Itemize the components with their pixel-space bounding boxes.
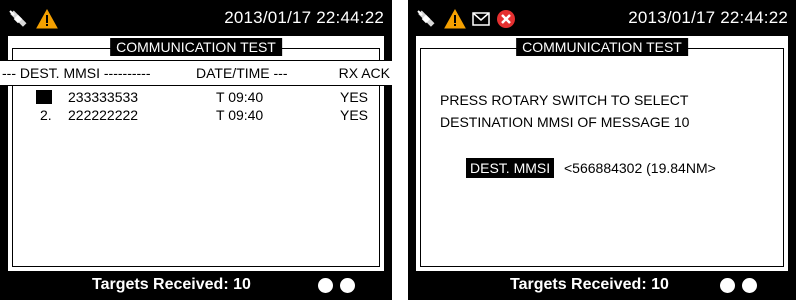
status-bar: 2013/01/17 22:44:22 (408, 0, 796, 36)
row-time: T 09:40 (216, 107, 264, 123)
table-row[interactable]: 1. 233333533 T 09:40 YES (8, 88, 384, 106)
panel-title: COMMUNICATION TEST (516, 38, 688, 56)
row-ack: YES (339, 107, 368, 123)
error-icon (496, 9, 516, 29)
targets-received: Targets Received: 10 (510, 276, 669, 293)
comm-test-panel: COMMUNICATION TEST PRESS ROTARY SWITCH T… (416, 36, 788, 271)
instruction-line-1: PRESS ROTARY SWITCH TO SELECT (440, 92, 689, 108)
targets-received: Targets Received: 10 (92, 276, 251, 293)
dest-mmsi-label: DEST. MMSI (466, 158, 555, 178)
table-header: --- DEST. MMSI ---------- DATE/TIME --- … (0, 60, 392, 86)
datetime-display: 2013/01/17 22:44:22 (224, 8, 384, 27)
bottom-bar: Targets Received: 10 (0, 271, 392, 300)
row-number: 2. (40, 107, 52, 123)
comm-test-panel: COMMUNICATION TEST --- DEST. MMSI ------… (0, 36, 392, 271)
status-dot-icon (742, 278, 757, 293)
instruction-line-2: DESTINATION MMSI OF MESSAGE 10 (440, 114, 690, 130)
status-dot-icon (318, 278, 333, 293)
col-date-time: DATE/TIME --- (196, 65, 288, 81)
screen-right: 2013/01/17 22:44:22 COMMUNICATION TEST P… (408, 0, 796, 300)
row-time: T 09:40 (216, 89, 264, 105)
warning-icon (444, 9, 466, 29)
dest-mmsi-selector[interactable]: <566884302 (19.84NM> (564, 158, 716, 178)
col-rx-ack: RX ACK (338, 65, 390, 81)
warning-icon (36, 9, 58, 29)
bottom-bar: Targets Received: 10 (408, 271, 796, 300)
satellite-icon (414, 7, 438, 31)
table-row[interactable]: 2. 222222222 T 09:40 YES (8, 106, 384, 124)
status-dot-icon (720, 278, 735, 293)
row-mmsi: 233333533 (68, 89, 139, 105)
status-bar: 2013/01/17 22:44:22 (0, 0, 392, 36)
row-ack: YES (339, 89, 368, 105)
screen-left: 2013/01/17 22:44:22 COMMUNICATION TEST -… (0, 0, 392, 300)
envelope-icon (472, 12, 490, 26)
row-mmsi: 222222222 (68, 107, 139, 123)
datetime-display: 2013/01/17 22:44:22 (628, 8, 788, 27)
status-icons (6, 6, 58, 32)
row-number: 1. (40, 89, 52, 105)
satellite-icon (6, 7, 30, 31)
status-icons (414, 6, 516, 32)
panel-title: COMMUNICATION TEST (110, 38, 282, 56)
status-dot-icon (340, 278, 355, 293)
col-dest-mmsi: --- DEST. MMSI ---------- (2, 65, 151, 81)
